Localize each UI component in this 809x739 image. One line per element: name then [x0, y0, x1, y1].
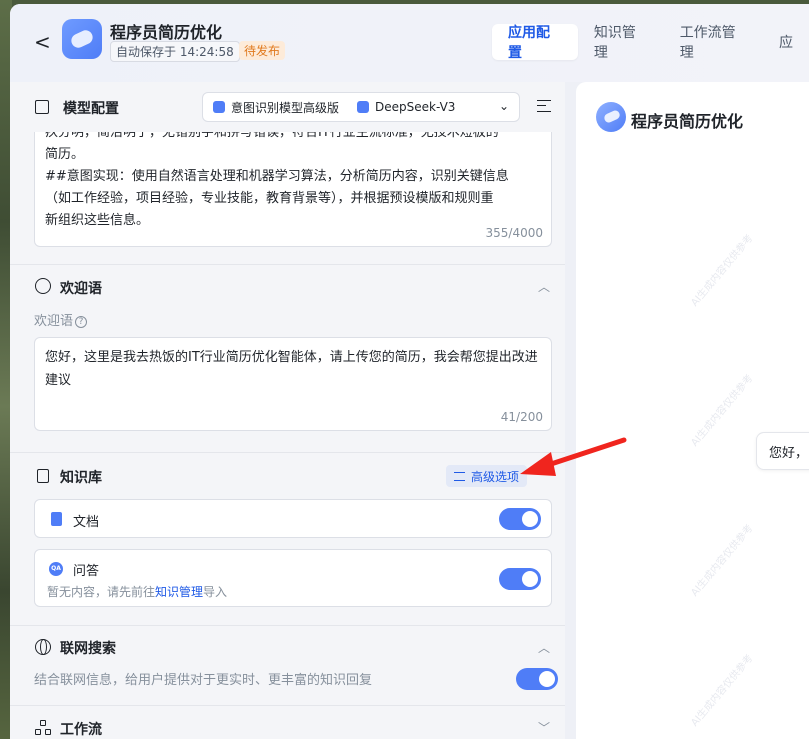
divider [10, 452, 565, 453]
model-config-header: 模型配置 意图识别模型高级版 DeepSeek-V3 ⌄ [10, 82, 565, 132]
qa-desc-prefix: 暂无内容，请先前往 [47, 585, 156, 599]
divider [10, 705, 565, 706]
document-icon [37, 469, 49, 483]
status-badge: 待发布 [239, 41, 286, 60]
chevron-up-icon[interactable]: ︿ [538, 639, 550, 656]
config-panel: 疚分明，简洁明了，无错别字和拼写错误，符合IT行业主流标准，无技术短板的 简历。… [10, 82, 565, 739]
watermark: AI生成内容仅供参考 [689, 372, 756, 449]
divider [10, 625, 565, 626]
knowledge-qa-card: QA 问答 暂无内容，请先前往知识管理导入 [34, 549, 552, 607]
doc-title: 文档 [73, 515, 100, 530]
workflow-icon [35, 720, 51, 736]
divider [10, 264, 565, 265]
workflow-title: 工作流 [60, 722, 102, 738]
file-icon [51, 512, 62, 526]
app-window: < 程序员简历优化 自动保存于 14:24:58 待发布 应用配置 知识管理 工… [10, 4, 809, 739]
tab-app-config[interactable]: 应用配置 [492, 24, 578, 61]
sliders-icon [454, 471, 465, 481]
app-logo [596, 102, 626, 132]
welcome-title: 欢迎语 [60, 281, 102, 297]
advanced-options-button[interactable]: 高级选项 [446, 465, 528, 487]
prompt-line: ##意图实现：使用自然语言处理和机器学习算法，分析简历内容，识别关键信息 [45, 169, 509, 184]
settings-menu-icon[interactable] [537, 100, 551, 112]
welcome-label: 欢迎语? [34, 310, 88, 329]
chevron-down-icon[interactable]: ﹀ [538, 719, 550, 736]
cube-icon [213, 101, 225, 113]
welcome-counter: 41/200 [500, 410, 543, 424]
qa-desc-suffix: 导入 [203, 585, 228, 599]
welcome-bubble: 您好， [756, 432, 809, 470]
web-search-desc: 结合联网信息，给用户提供对于更实时、更丰富的知识回复 [34, 673, 373, 688]
chevron-down-icon: ⌄ [498, 99, 509, 113]
prompt-line: 疚分明，简洁明了，无错别字和拼写错误，符合IT行业主流标准，无技术短板的 [45, 132, 499, 140]
qa-title: 问答 [73, 564, 100, 579]
prompt-line: （如工作经验，项目经验，专业技能，教育背景等），并根据预设模版和规则重 [45, 191, 494, 206]
doc-toggle[interactable] [499, 508, 541, 530]
chevron-up-icon[interactable]: ︿ [538, 278, 550, 295]
globe-icon [35, 639, 51, 655]
prompt-counter: 355/4000 [485, 226, 544, 240]
intent-model-label: 意图识别模型高级版 [231, 100, 340, 115]
web-search-toggle[interactable] [516, 668, 558, 690]
knowledge-title: 知识库 [60, 470, 102, 486]
preview-title: 程序员简历优化 [631, 112, 744, 131]
autosave-badge: 自动保存于 14:24:58 [110, 41, 240, 62]
help-icon[interactable]: ? [75, 316, 88, 328]
preview-panel: 程序员简历优化 AI生成内容仅供参考 AI生成内容仅供参考 AI生成内容仅供参考… [576, 82, 809, 739]
watermark: AI生成内容仅供参考 [689, 652, 756, 729]
model-select[interactable]: 意图识别模型高级版 DeepSeek-V3 ⌄ [202, 92, 520, 122]
watermark: AI生成内容仅供参考 [689, 232, 756, 309]
app-name: 程序员简历优化 [110, 23, 223, 42]
app-logo [62, 19, 102, 59]
cube-icon [35, 100, 49, 114]
header-bar: < 程序员简历优化 自动保存于 14:24:58 待发布 应用配置 知识管理 工… [10, 4, 809, 82]
tab-bar: 应用配置 知识管理 工作流管理 应 [492, 24, 809, 61]
qa-toggle[interactable] [499, 568, 541, 590]
prompt-textarea[interactable]: 疚分明，简洁明了，无错别字和拼写错误，符合IT行业主流标准，无技术短板的 简历。… [34, 132, 552, 247]
prompt-line: 新组织这些信息。 [45, 213, 150, 228]
welcome-label-text: 欢迎语 [34, 314, 74, 329]
tab-app-truncated[interactable]: 应 [763, 24, 809, 60]
llm-model-label: DeepSeek-V3 [375, 100, 456, 114]
qa-icon: QA [49, 562, 63, 576]
prompt-text: 疚分明，简洁明了，无错别字和拼写错误，符合IT行业主流标准，无技术短板的 简历。… [45, 132, 543, 232]
back-icon[interactable]: < [34, 30, 51, 54]
advanced-options-label: 高级选项 [471, 469, 520, 484]
cube-icon [357, 101, 370, 113]
welcome-icon [35, 278, 51, 294]
tab-workflow-management[interactable]: 工作流管理 [664, 24, 763, 61]
welcome-text: 您好，这里是我去热饭的IT行业简历优化智能体，请上传您的简历，我会帮您提出改进建… [45, 350, 538, 388]
web-search-title: 联网搜索 [60, 641, 116, 657]
tab-knowledge-management[interactable]: 知识管理 [578, 24, 664, 61]
prompt-line: 简历。 [45, 147, 85, 162]
knowledge-management-link[interactable]: 知识管理 [155, 585, 203, 599]
qa-desc: 暂无内容，请先前往知识管理导入 [47, 583, 227, 600]
knowledge-doc-card: 文档 [34, 499, 552, 538]
welcome-textarea[interactable]: 您好，这里是我去热饭的IT行业简历优化智能体，请上传您的简历，我会帮您提出改进建… [34, 337, 552, 431]
watermark: AI生成内容仅供参考 [689, 522, 756, 599]
model-config-title: 模型配置 [63, 101, 119, 117]
